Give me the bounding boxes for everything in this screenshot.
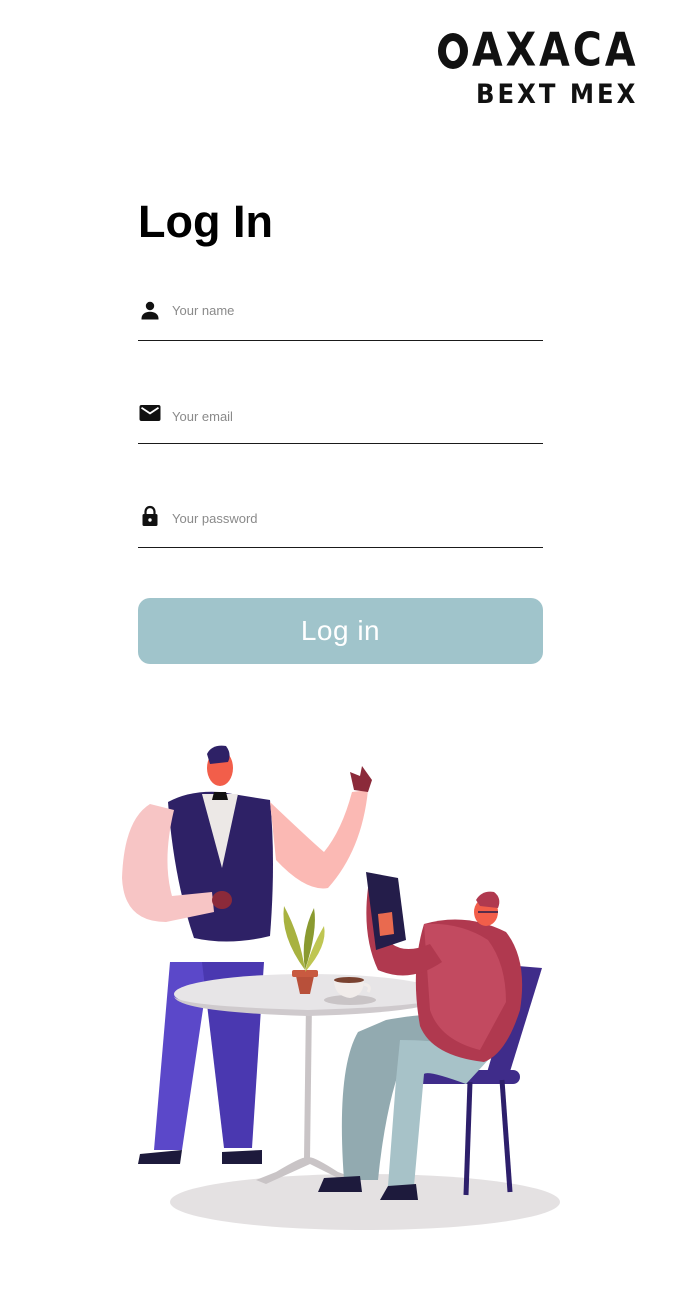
password-input[interactable] [172,507,532,529]
password-field[interactable] [138,498,543,548]
logo-name-sub: BEXT MEX [476,79,639,110]
logo-o-mark [438,33,468,69]
email-field[interactable] [138,394,543,444]
logo-top-row: AXACA [438,26,639,76]
brand-logo: AXACA BEXT MEX [438,26,638,110]
login-button[interactable]: Log in [138,598,543,664]
mail-icon [139,405,161,421]
person-icon [141,301,159,320]
lock-icon [142,505,158,526]
page-title: Log In [138,196,273,247]
name-field[interactable] [138,291,543,341]
email-input[interactable] [172,405,532,427]
logo-name-main: AXACA [472,23,639,78]
name-input[interactable] [172,299,532,321]
cafe-illustration [122,745,560,1230]
